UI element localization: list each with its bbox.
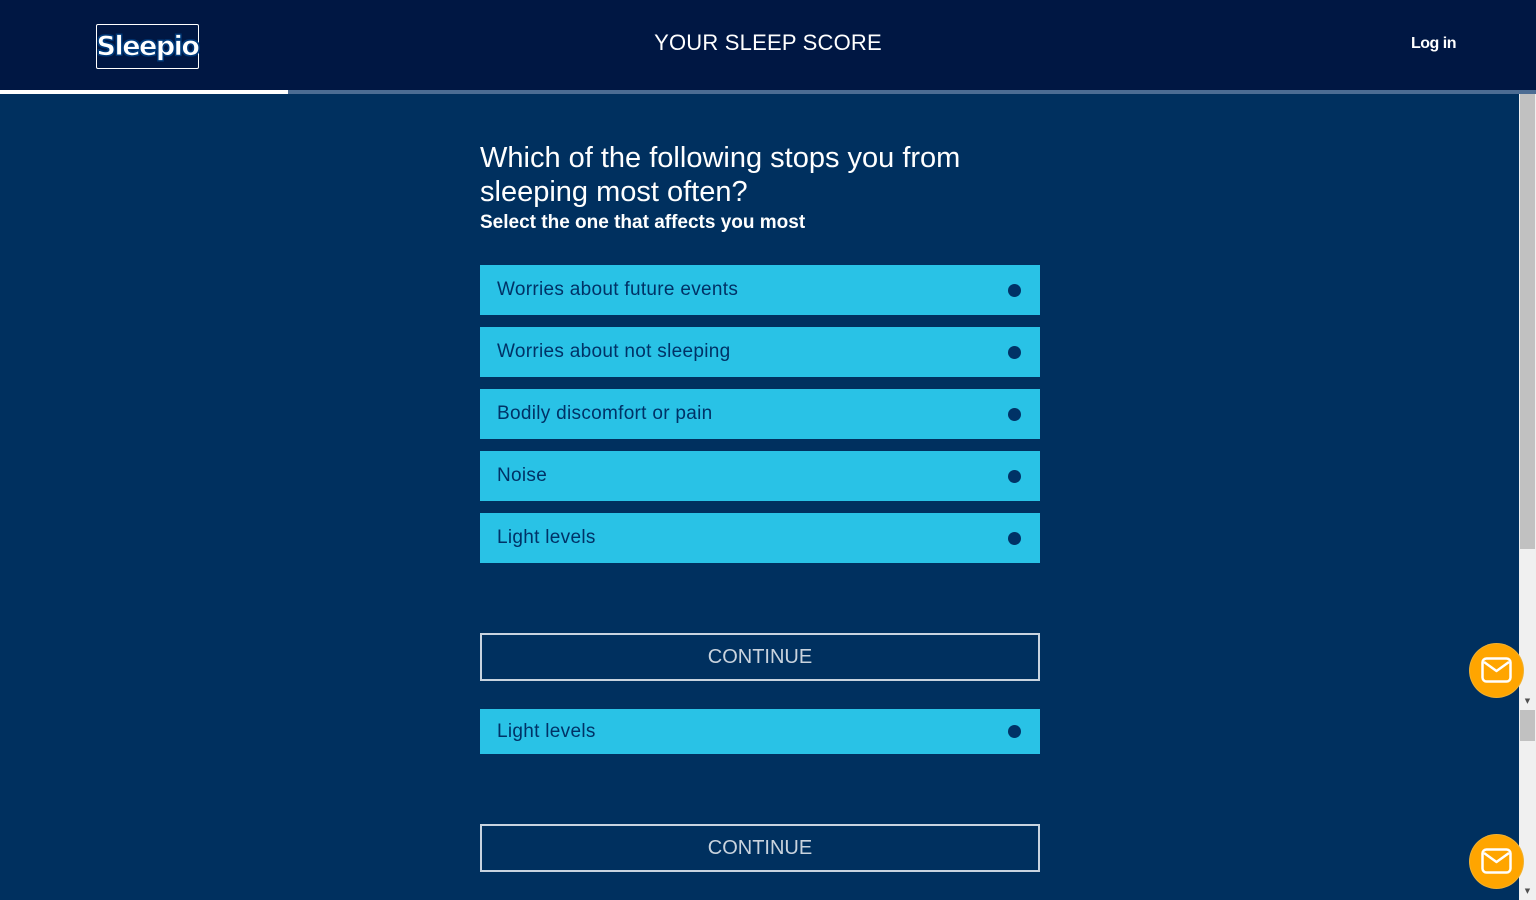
option-worries-not-sleeping[interactable]: Worries about not sleeping bbox=[480, 327, 1040, 377]
scrollbar-thumb-secondary[interactable] bbox=[1520, 710, 1535, 741]
progress-bar-fill bbox=[0, 90, 288, 94]
option-label: Bodily discomfort or pain bbox=[497, 403, 713, 424]
continue-button[interactable]: CONTINUE bbox=[480, 633, 1040, 681]
radio-dot-icon bbox=[1008, 531, 1021, 545]
option-bodily-discomfort[interactable]: Bodily discomfort or pain bbox=[480, 389, 1040, 439]
question-subtitle: Select the one that affects you most bbox=[480, 212, 806, 233]
progress-bar bbox=[0, 90, 1536, 94]
option-label: Worries about future events bbox=[497, 279, 739, 300]
option-label: Light levels bbox=[497, 527, 596, 548]
option-label: Noise bbox=[497, 465, 548, 486]
mail-icon bbox=[1481, 848, 1512, 874]
scrollbar-thumb[interactable] bbox=[1520, 94, 1535, 549]
option-noise[interactable]: Noise bbox=[480, 451, 1040, 501]
mail-icon bbox=[1481, 657, 1512, 683]
contact-mail-button-secondary[interactable] bbox=[1470, 835, 1523, 888]
option-light-levels-duplicate[interactable]: Light levels bbox=[480, 709, 1040, 754]
page-title: YOUR SLEEP SCORE bbox=[654, 30, 882, 55]
radio-dot-icon bbox=[1008, 469, 1021, 483]
option-label: Light levels bbox=[497, 720, 596, 742]
radio-dot-icon bbox=[1008, 725, 1021, 738]
scroll-down-arrow-icon[interactable]: ▼ bbox=[1519, 694, 1536, 708]
site-header: Sleepio YOUR SLEEP SCORE Log in bbox=[0, 0, 1536, 90]
scroll-down-arrow-icon-secondary[interactable]: ▼ bbox=[1519, 884, 1536, 898]
question-title: Which of the following stops you from sl… bbox=[480, 142, 961, 208]
radio-dot-icon bbox=[1008, 407, 1021, 421]
option-light-levels[interactable]: Light levels bbox=[480, 513, 1040, 563]
radio-dot-icon bbox=[1008, 283, 1021, 297]
continue-button-secondary[interactable]: CONTINUE bbox=[480, 824, 1040, 872]
contact-mail-button[interactable] bbox=[1470, 644, 1523, 697]
option-worries-future-events[interactable]: Worries about future events bbox=[480, 265, 1040, 315]
log-in-link[interactable]: Log in bbox=[1411, 35, 1456, 53]
vertical-scrollbar[interactable]: ▼ ▼ bbox=[1519, 94, 1536, 900]
radio-dot-icon bbox=[1008, 345, 1021, 359]
option-label: Worries about not sleeping bbox=[497, 341, 731, 362]
